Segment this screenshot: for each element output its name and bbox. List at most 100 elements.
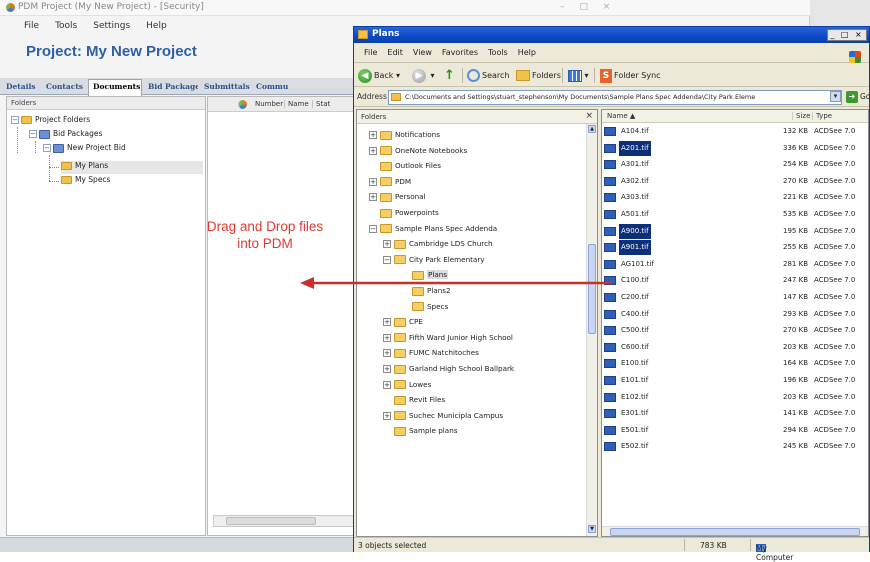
- file-row[interactable]: C100.tif 247 KB ACDSee 7.0: [604, 273, 868, 288]
- folder-tree-item[interactable]: Powerpoints: [369, 205, 439, 220]
- tree-item-new-project-bid[interactable]: − New Project Bid: [43, 143, 126, 156]
- tab-details[interactable]: Details: [2, 80, 40, 95]
- close-icon[interactable]: ×: [585, 111, 593, 121]
- expand-icon[interactable]: +: [369, 146, 377, 155]
- file-row[interactable]: C400.tif 293 KB ACDSee 7.0: [604, 307, 868, 322]
- folder-tree-item[interactable]: + Lowes: [383, 377, 431, 392]
- tab-contacts[interactable]: Contacts: [42, 80, 86, 95]
- file-row[interactable]: A301.tif 254 KB ACDSee 7.0: [604, 157, 868, 172]
- back-button[interactable]: ◀ Back ▾: [358, 67, 400, 84]
- tab-bid-packages[interactable]: Bid Packages: [144, 80, 198, 95]
- views-button[interactable]: ▾: [568, 67, 589, 84]
- file-row[interactable]: E502.tif 245 KB ACDSee 7.0: [604, 439, 868, 454]
- menu-file[interactable]: File: [24, 21, 39, 31]
- folder-tree-item[interactable]: + CPE: [383, 314, 423, 329]
- file-row[interactable]: C200.tif 147 KB ACDSee 7.0: [604, 290, 868, 305]
- column-name[interactable]: Name: [284, 100, 309, 108]
- column-size[interactable]: Size: [792, 112, 810, 120]
- file-row[interactable]: C500.tif 270 KB ACDSee 7.0: [604, 323, 868, 338]
- menu-tools[interactable]: Tools: [55, 21, 77, 31]
- folder-tree-item[interactable]: + PDM: [369, 174, 411, 189]
- folder-tree-item[interactable]: + OneNote Notebooks: [369, 143, 467, 158]
- menu-help[interactable]: Help: [146, 21, 167, 31]
- file-row[interactable]: A900.tif 195 KB ACDSee 7.0: [604, 223, 868, 239]
- scrollbar-thumb[interactable]: [610, 528, 860, 536]
- menu-help[interactable]: Help: [518, 48, 536, 57]
- menu-view[interactable]: View: [413, 48, 432, 57]
- folder-tree-item[interactable]: + Suchec Municipla Campus: [383, 408, 503, 423]
- folder-tree-item[interactable]: Revit Files: [383, 392, 445, 407]
- forward-button[interactable]: ▶ ▾: [412, 67, 435, 84]
- pdm-window-controls[interactable]: – □ ×: [560, 2, 616, 12]
- folder-tree-item[interactable]: Outlook Files: [369, 158, 441, 173]
- address-dropdown-icon[interactable]: ▾: [830, 91, 841, 102]
- file-row[interactable]: E102.tif 203 KB ACDSee 7.0: [604, 390, 868, 405]
- tree-item-my-plans[interactable]: My Plans: [61, 161, 203, 174]
- expand-icon[interactable]: +: [383, 240, 391, 249]
- folder-tree-item[interactable]: Plans: [401, 267, 449, 282]
- tree-item-bid-packages[interactable]: − Bid Packages: [29, 129, 102, 142]
- column-type[interactable]: Type: [812, 112, 832, 120]
- file-row[interactable]: E301.tif 141 KB ACDSee 7.0: [604, 406, 868, 421]
- expand-icon[interactable]: +: [383, 365, 391, 373]
- tree-item-project-folders[interactable]: − Project Folders: [11, 115, 90, 128]
- file-row[interactable]: A501.tif 535 KB ACDSee 7.0: [604, 207, 868, 222]
- tab-documents[interactable]: Documents: [88, 79, 142, 96]
- file-row[interactable]: E100.tif 164 KB ACDSee 7.0: [604, 356, 868, 371]
- folder-tree-item[interactable]: + Personal: [369, 189, 426, 204]
- search-button[interactable]: Search: [467, 67, 509, 84]
- folder-tree-item[interactable]: Sample plans: [383, 423, 458, 438]
- menu-file[interactable]: File: [364, 48, 377, 57]
- tab-communications[interactable]: Commu: [252, 80, 292, 95]
- pdm-horizontal-scrollbar[interactable]: [213, 515, 360, 527]
- address-input[interactable]: C:\Documents and Settings\stuart_stephen…: [388, 90, 842, 105]
- scrollbar-thumb[interactable]: [226, 517, 316, 525]
- file-row[interactable]: A104.tif 132 KB ACDSee 7.0: [604, 124, 868, 139]
- menu-edit[interactable]: Edit: [387, 48, 403, 57]
- menu-settings[interactable]: Settings: [93, 21, 130, 31]
- scroll-down-icon[interactable]: ▼: [588, 525, 596, 533]
- folder-tree-item[interactable]: + Notifications: [369, 127, 440, 142]
- file-row[interactable]: E501.tif 294 KB ACDSee 7.0: [604, 423, 868, 438]
- folder-tree-item[interactable]: + Cambridge LDS Church: [383, 236, 493, 251]
- collapse-icon[interactable]: −: [369, 224, 377, 233]
- collapse-icon[interactable]: −: [11, 116, 19, 124]
- tree-item-my-specs[interactable]: My Specs: [61, 175, 110, 188]
- folder-tree-item[interactable]: + Garland High School Ballpark: [383, 361, 514, 376]
- expand-icon[interactable]: +: [369, 193, 377, 202]
- go-button[interactable]: Go: [860, 92, 870, 101]
- collapse-icon[interactable]: −: [43, 144, 51, 152]
- folder-tree-item[interactable]: − Sample Plans Spec Addenda: [369, 221, 497, 236]
- scroll-up-icon[interactable]: ▲: [588, 125, 596, 133]
- column-status[interactable]: Stat: [312, 100, 330, 108]
- scrollbar-thumb[interactable]: [588, 244, 596, 334]
- expand-icon[interactable]: +: [383, 333, 391, 342]
- collapse-icon[interactable]: −: [383, 255, 391, 264]
- file-row[interactable]: A901.tif 255 KB ACDSee 7.0: [604, 240, 868, 256]
- expand-icon[interactable]: +: [383, 349, 391, 358]
- file-row[interactable]: A302.tif 270 KB ACDSee 7.0: [604, 174, 868, 189]
- folder-sync-button[interactable]: S Folder Sync: [600, 67, 661, 84]
- column-name[interactable]: Name ▲: [604, 112, 754, 120]
- expand-icon[interactable]: +: [369, 177, 377, 186]
- expand-icon[interactable]: +: [369, 131, 377, 139]
- menu-favorites[interactable]: Favorites: [442, 48, 478, 57]
- expand-icon[interactable]: +: [383, 318, 391, 327]
- pdm-documents-pane[interactable]: Number Name Stat: [207, 96, 360, 536]
- folder-tree-item[interactable]: + Fifth Ward Junior High School: [383, 330, 513, 345]
- tab-submittals[interactable]: Submittals: [200, 80, 250, 95]
- column-number[interactable]: Number: [252, 100, 283, 108]
- file-row[interactable]: A201.tif 336 KB ACDSee 7.0: [604, 140, 868, 156]
- folder-tree-item[interactable]: Specs: [401, 299, 448, 314]
- file-row[interactable]: AG101.tif 281 KB ACDSee 7.0: [604, 257, 868, 272]
- folder-tree-item[interactable]: Plans2: [401, 283, 451, 298]
- folders-button[interactable]: Folders: [516, 67, 561, 84]
- menu-tools[interactable]: Tools: [488, 48, 508, 57]
- file-row[interactable]: A303.tif 221 KB ACDSee 7.0: [604, 190, 868, 205]
- file-row[interactable]: C600.tif 203 KB ACDSee 7.0: [604, 340, 868, 355]
- file-row[interactable]: E101.tif 196 KB ACDSee 7.0: [604, 373, 868, 388]
- file-list-scrollbar[interactable]: [602, 526, 868, 536]
- folder-tree-item[interactable]: + FUMC Natchitoches: [383, 345, 479, 360]
- folder-tree-item[interactable]: − City Park Elementary: [383, 252, 485, 267]
- window-controls[interactable]: _ □ ×: [827, 29, 867, 41]
